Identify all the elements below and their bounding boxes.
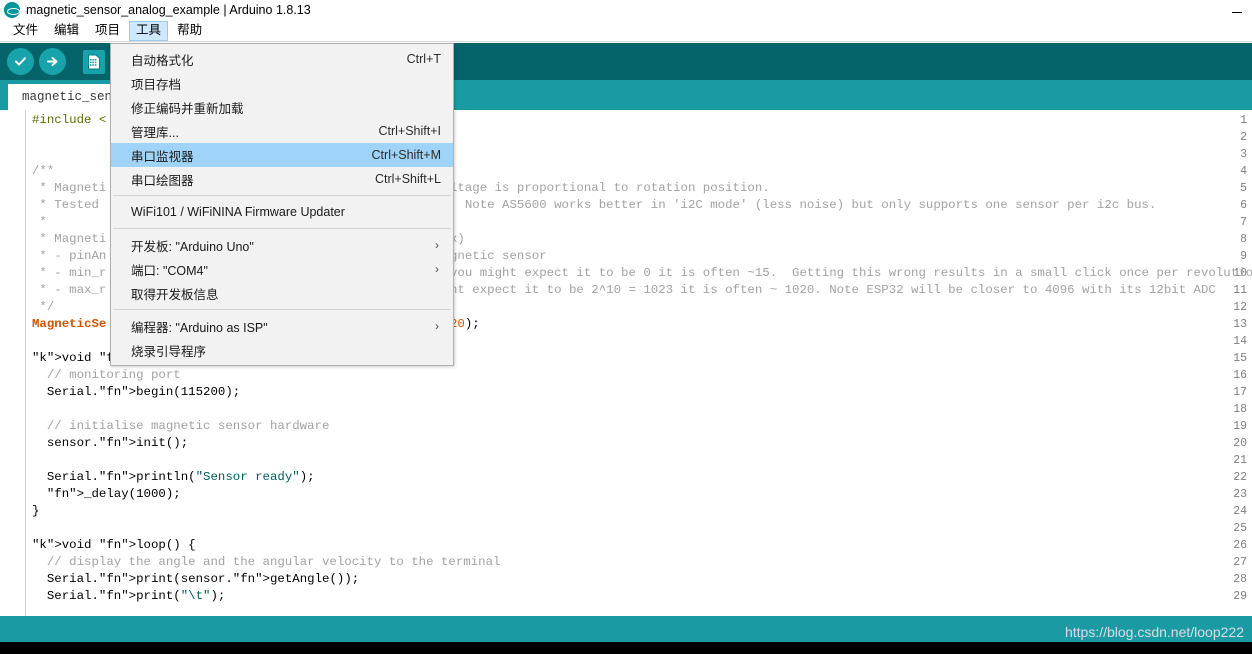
menu-item-label: 管理库...	[131, 125, 179, 140]
menu-item-5[interactable]: 串口绘图器 Ctrl+Shift+L	[111, 167, 453, 191]
code-line: }	[32, 504, 40, 518]
code-line: // initialise magnetic sensor hardware	[32, 419, 330, 433]
code-line-continuation: ltage is proportional to rotation positi…	[450, 181, 770, 195]
tools-dropdown-menu[interactable]: 自动格式化 Ctrl+T 项目存档修正编码并重新加载 管理库... Ctrl+Shift…	[110, 43, 454, 366]
menu-separator	[113, 195, 451, 196]
code-line-continuation: you might expect it to be 0 it is often …	[450, 266, 1252, 280]
menubar-item-help[interactable]: 帮助	[170, 21, 209, 41]
code-line: Serial."fn">println("Sensor ready");	[32, 470, 315, 484]
code-line: * - min_r	[32, 266, 107, 280]
code-line: Serial."fn">begin(115200);	[32, 385, 241, 399]
window-title: magnetic_sensor_analog_example | Arduino…	[26, 3, 311, 17]
menu-item-shortcut: Ctrl+Shift+I	[378, 124, 441, 138]
code-line: #include <	[32, 113, 107, 127]
line-number-gutter	[0, 110, 26, 616]
arduino-logo-icon	[4, 2, 20, 18]
code-line: sensor."fn">init();	[32, 436, 189, 450]
chevron-right-icon: ›	[435, 238, 439, 252]
code-line: * Magneti	[32, 232, 107, 246]
menubar-item-tools[interactable]: 工具	[129, 20, 169, 41]
code-line-continuation: gnetic sensor	[450, 249, 547, 263]
menu-item-4[interactable]: 串口监视器 Ctrl+Shift+M	[111, 143, 453, 167]
code-line: Serial."fn">print("\t");	[32, 589, 226, 603]
code-line: "fn">_delay(1000);	[46, 487, 181, 501]
menu-item-label: 烧录引导程序	[131, 344, 207, 359]
menu-item-label: 端口: "COM4"	[131, 263, 208, 278]
menu-separator	[113, 309, 451, 310]
check-icon	[6, 48, 34, 75]
code-line: * Magneti	[32, 181, 107, 195]
title-bar: magnetic_sensor_analog_example | Arduino…	[0, 0, 1252, 20]
menubar-item-edit[interactable]: 编辑	[47, 21, 86, 41]
code-line: Serial."fn">print(sensor."fn">getAngle()…	[32, 572, 360, 586]
menu-item-3[interactable]: 管理库... Ctrl+Shift+I	[111, 119, 453, 143]
menu-item-11[interactable]: 取得开发板信息	[111, 281, 453, 305]
menubar-item-file[interactable]: 文件	[6, 21, 45, 41]
code-line: * Tested	[32, 198, 99, 212]
verify-button[interactable]	[5, 47, 35, 77]
menu-item-label: 项目存档	[131, 77, 182, 92]
menu-item-10[interactable]: 端口: "COM4" ›	[111, 257, 453, 281]
minimize-button[interactable]	[1222, 0, 1252, 20]
menu-item-shortcut: Ctrl+T	[406, 52, 441, 66]
code-line: /**	[32, 164, 55, 178]
window-controls	[1222, 0, 1252, 20]
code-line: "k">void "fn">loop() {	[32, 538, 196, 552]
code-line: *	[32, 215, 47, 229]
sketch-tab[interactable]: magnetic_sen	[8, 84, 127, 110]
menu-item-label: 编程器: "Arduino as ISP"	[131, 320, 268, 335]
menu-item-1[interactable]: 项目存档	[111, 71, 453, 95]
menu-item-label: WiFi101 / WiFiNINA Firmware Updater	[131, 205, 345, 219]
menu-bar: 文件 编辑 项目 工具 帮助	[0, 20, 1252, 42]
menu-item-9[interactable]: 开发板: "Arduino Uno" ›	[111, 233, 453, 257]
arduino-ide-window: magnetic_sensor_analog_example | Arduino…	[0, 0, 1252, 654]
menu-item-label: 串口监视器	[131, 149, 194, 164]
upload-button[interactable]	[37, 47, 67, 77]
arrow-right-icon	[38, 48, 66, 75]
code-line: // display the angle and the angular vel…	[32, 555, 501, 569]
menu-item-shortcut: Ctrl+Shift+M	[371, 148, 441, 162]
code-line: // monitoring port	[32, 368, 181, 382]
new-sketch-button[interactable]	[79, 47, 109, 77]
menu-item-0[interactable]: 自动格式化 Ctrl+T	[111, 47, 453, 71]
menu-item-13[interactable]: 编程器: "Arduino as ISP" ›	[111, 314, 453, 338]
code-line-continuation: ht expect it to be 2^10 = 1023 it is oft…	[450, 283, 1216, 297]
menu-item-shortcut: Ctrl+Shift+L	[374, 172, 441, 186]
menu-item-14[interactable]: 烧录引导程序	[111, 338, 453, 362]
chevron-right-icon: ›	[435, 262, 439, 276]
chevron-right-icon: ›	[435, 319, 439, 333]
menu-separator	[113, 228, 451, 229]
watermark-text: https://blog.csdn.net/loop222	[1064, 624, 1244, 640]
menu-item-2[interactable]: 修正编码并重新加载	[111, 95, 453, 119]
menu-item-label: 串口绘图器	[131, 173, 194, 188]
code-line-continuation: 20);	[450, 317, 480, 331]
code-line: * - pinAn	[32, 249, 107, 263]
menu-item-label: 修正编码并重新加载	[131, 101, 244, 116]
code-line: */	[32, 300, 55, 314]
code-line: * - max_r	[32, 283, 107, 297]
menu-item-label: 取得开发板信息	[131, 287, 219, 302]
bottom-black-bar	[0, 642, 1252, 654]
code-line-continuation: Note AS5600 works better in 'i2C mode' (…	[450, 198, 1157, 212]
menu-item-7[interactable]: WiFi101 / WiFiNINA Firmware Updater	[111, 200, 453, 224]
new-document-icon	[83, 49, 105, 74]
menu-item-label: 自动格式化	[131, 53, 194, 68]
menu-item-label: 开发板: "Arduino Uno"	[131, 239, 254, 254]
menubar-item-sketch[interactable]: 项目	[88, 21, 127, 41]
code-line: MagneticSe	[32, 317, 107, 331]
